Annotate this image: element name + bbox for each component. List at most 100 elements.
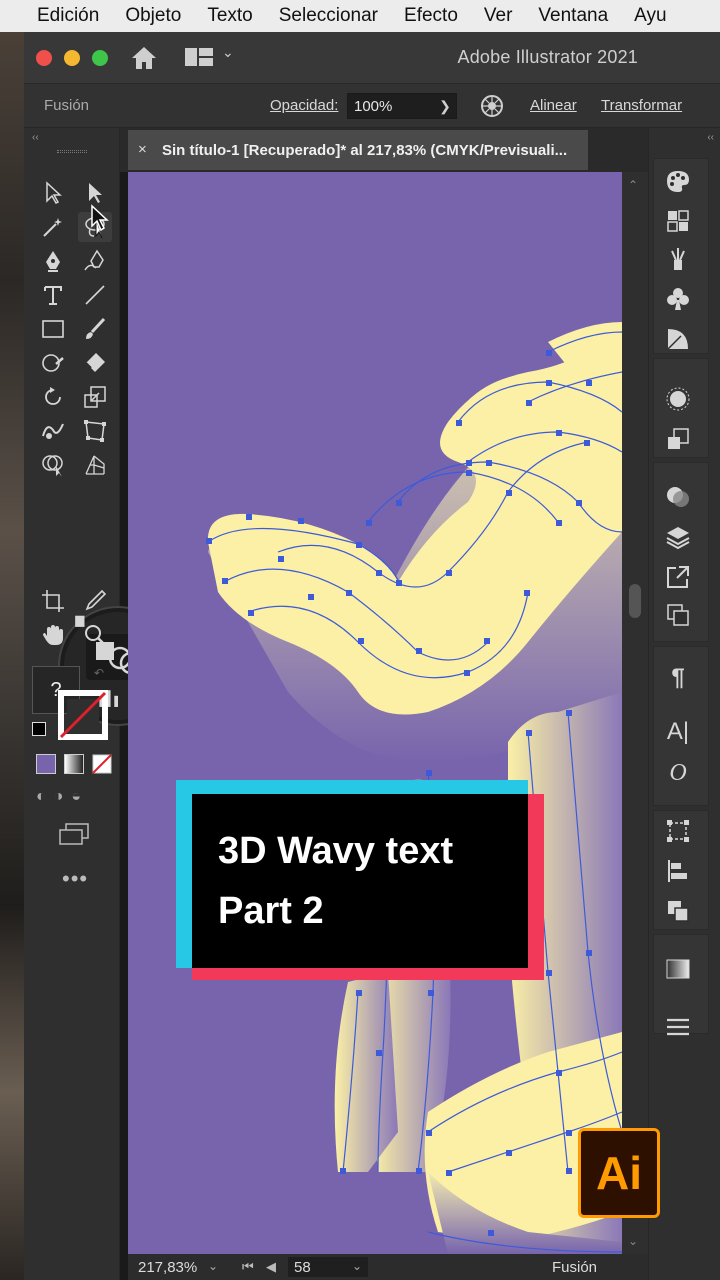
draw-mode-icons[interactable]: ◐◑◒ [36, 788, 89, 806]
title-line-2: Part 2 [218, 890, 324, 932]
menu-ayuda[interactable]: Ayu [621, 5, 679, 27]
document-tab[interactable]: × Sin título-1 [Recuperado]* al 217,83% … [128, 130, 588, 170]
scale-icon[interactable] [78, 382, 112, 412]
pen-icon[interactable] [36, 246, 70, 276]
perspective-grid-icon[interactable] [78, 450, 112, 480]
artboards-icon[interactable] [665, 602, 691, 628]
blend-mode-label: Fusión [44, 97, 90, 114]
swap-fill-stroke-icon[interactable]: ↶ [94, 666, 104, 680]
chevron-down-icon[interactable]: ⌄ [352, 1259, 362, 1273]
menu-seleccionar[interactable]: Seleccionar [266, 5, 391, 27]
right-panel-dock: ‹‹ ¶ A| O [648, 128, 720, 1280]
graphic-styles-icon[interactable] [665, 326, 691, 352]
type-icon[interactable] [36, 280, 70, 310]
close-window-button[interactable] [36, 50, 52, 66]
image-trace-icon[interactable] [665, 426, 691, 452]
close-tab-icon[interactable]: × [138, 141, 147, 158]
none-mode-button[interactable] [92, 754, 112, 774]
previous-artboard-icon[interactable]: ◀ [266, 1259, 276, 1275]
more-tools-icon[interactable]: ••• [62, 866, 88, 892]
shaper-icon[interactable] [36, 348, 70, 378]
title-card: 3D Wavy text Part 2 [176, 780, 544, 980]
align-icon[interactable] [665, 858, 691, 884]
pathfinder-icon[interactable] [665, 898, 691, 924]
app-title: Adobe Illustrator 2021 [457, 47, 638, 67]
workspace-layout-icon[interactable] [184, 47, 214, 67]
scroll-down-icon[interactable]: ⌄ [628, 1234, 638, 1248]
symbols-icon[interactable] [665, 286, 691, 312]
menu-objeto[interactable]: Objeto [112, 5, 194, 27]
selection-icon[interactable] [36, 178, 70, 208]
zoom-window-button[interactable] [92, 50, 108, 66]
line-icon[interactable] [78, 280, 112, 310]
tools-panel: ‹‹ ? ↶ ◐◑◒ ••• [24, 128, 176, 1280]
layers-icon[interactable] [665, 524, 691, 550]
menu-ventana[interactable]: Ventana [525, 5, 621, 27]
app-titlebar: ⌄ Adobe Illustrator 2021 [24, 32, 720, 84]
color-icon[interactable] [665, 168, 691, 194]
curvature-icon[interactable] [78, 246, 112, 276]
menu-ver[interactable]: Ver [471, 5, 526, 27]
menu-icon[interactable] [665, 1014, 691, 1040]
illustrator-logo: Ai [578, 1128, 660, 1218]
menu-texto[interactable]: Texto [194, 5, 265, 27]
chevron-down-icon[interactable]: ⌄ [208, 1259, 218, 1273]
opentype-icon[interactable]: O [665, 760, 691, 786]
rotate-icon[interactable] [36, 382, 70, 412]
transform-link[interactable]: Transformar [601, 97, 682, 114]
opacity-label[interactable]: Opacidad: [270, 97, 338, 114]
swatches-icon[interactable] [665, 208, 691, 234]
transparency-icon[interactable] [665, 484, 691, 510]
gradient-mode-button[interactable] [64, 754, 84, 774]
gradient-icon[interactable] [665, 956, 691, 982]
magic-wand-icon[interactable] [36, 212, 70, 242]
artboard-canvas[interactable] [128, 172, 622, 1254]
first-artboard-icon[interactable]: ⏮ [242, 1259, 254, 1275]
card-panel [192, 794, 528, 968]
eyedropper-icon[interactable] [78, 586, 112, 616]
mac-menubar: Edición Objeto Texto Seleccionar Efecto … [0, 0, 720, 32]
zoom-level[interactable]: 217,83% [138, 1259, 197, 1276]
minimize-window-button[interactable] [64, 50, 80, 66]
chevron-right-icon[interactable]: ❯ [432, 93, 458, 119]
mouse-cursor-icon [91, 204, 109, 232]
collapse-panel-icon[interactable]: ‹‹ [32, 132, 39, 143]
shape-builder-icon[interactable] [36, 450, 70, 480]
vertical-scrollbar[interactable]: ⌃ ⌄ [622, 172, 648, 1254]
artboard-icon[interactable] [36, 586, 70, 616]
menu-edicion[interactable]: Edición [24, 5, 112, 27]
control-bar: Fusión Opacidad: 100% ❯ Alinear Transfor… [24, 84, 720, 128]
collapse-panel-icon[interactable]: ‹‹ [707, 132, 714, 143]
menu-efecto[interactable]: Efecto [391, 5, 471, 27]
transform-icon[interactable] [665, 818, 691, 844]
character-icon[interactable]: A| [665, 718, 691, 745]
document-title: Sin título-1 [Recuperado]* al 217,83% (C… [162, 142, 568, 159]
warp-icon[interactable] [36, 416, 70, 446]
stroke-swatch[interactable] [58, 690, 108, 740]
paragraph-icon[interactable]: ¶ [665, 664, 691, 691]
default-fill-stroke-icon[interactable] [32, 722, 46, 736]
brushes-icon[interactable] [665, 246, 691, 272]
recolor-artwork-icon[interactable] [480, 94, 504, 118]
scroll-up-icon[interactable]: ⌃ [628, 178, 638, 192]
rectangle-icon[interactable] [36, 314, 70, 344]
status-bar: 217,83% ⌄ ⏮ ◀ 58 ⌄ Fusión [128, 1254, 648, 1280]
appearance-icon[interactable] [665, 386, 691, 412]
background-photo [0, 32, 24, 1280]
hand-icon[interactable] [36, 620, 70, 650]
color-mode-button[interactable] [36, 754, 56, 774]
wavy-3d-text-artwork[interactable] [128, 172, 622, 1254]
title-line-1: 3D Wavy text [218, 830, 454, 872]
status-mode[interactable]: Fusión [552, 1259, 597, 1276]
chevron-down-icon[interactable]: ⌄ [222, 44, 234, 61]
export-icon[interactable] [665, 564, 691, 590]
paintbrush-icon[interactable] [78, 314, 112, 344]
home-icon[interactable] [130, 45, 158, 71]
scrollbar-thumb[interactable] [629, 584, 641, 618]
align-link[interactable]: Alinear [530, 97, 577, 114]
free-transform-icon[interactable] [78, 416, 112, 446]
zoom-icon[interactable] [78, 620, 112, 650]
eraser-icon[interactable] [78, 348, 112, 378]
screen-mode-icon[interactable] [58, 822, 90, 846]
panel-grip[interactable] [57, 150, 87, 153]
